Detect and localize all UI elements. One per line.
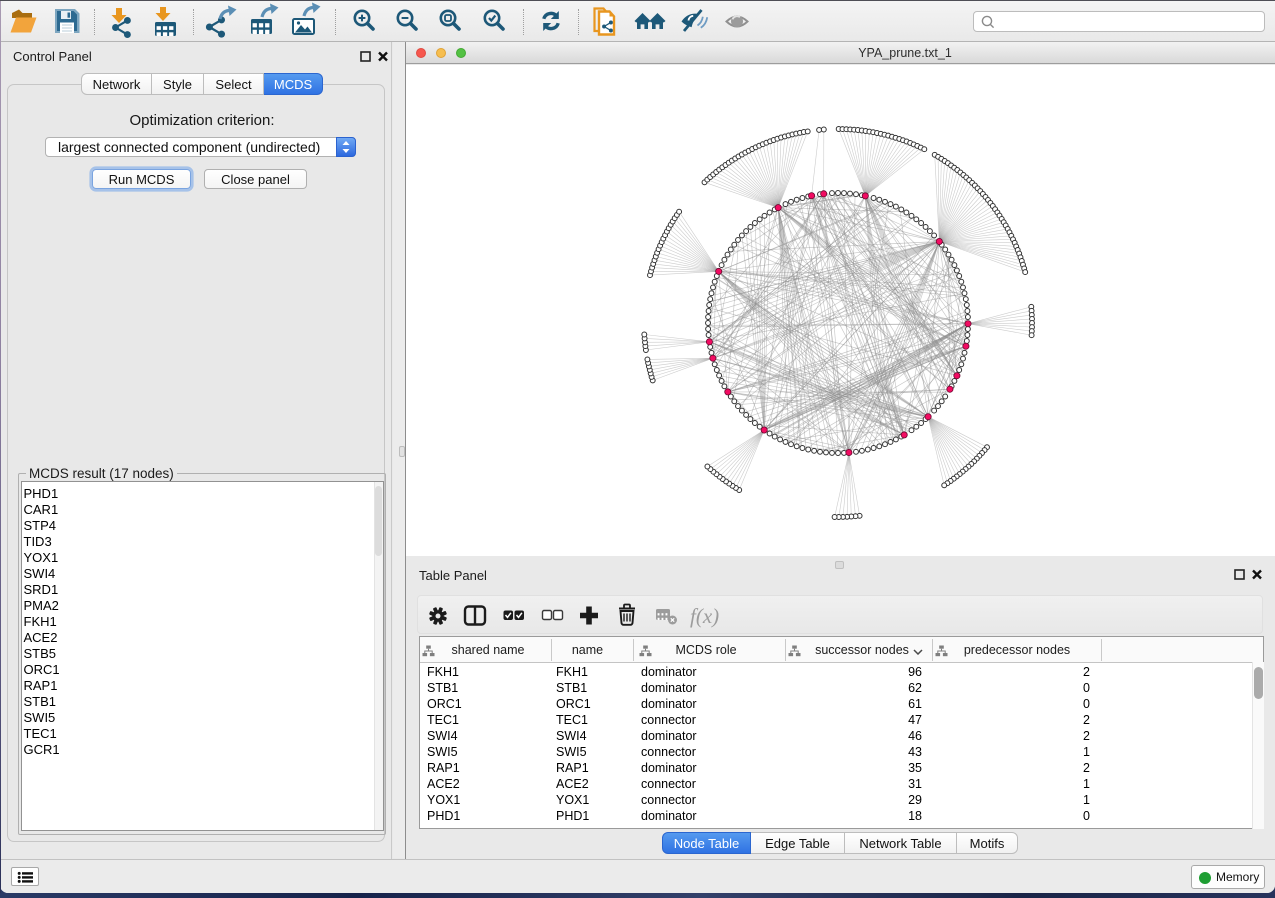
svg-text:f(x): f(x)	[690, 604, 719, 628]
